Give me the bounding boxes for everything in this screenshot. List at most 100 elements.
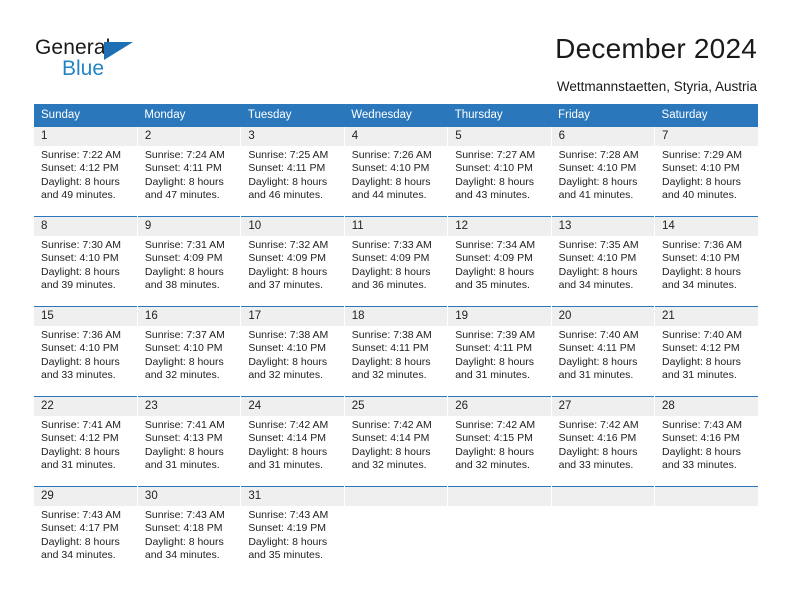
- calendar-page: General Blue December 2024 Wettmannstaet…: [0, 0, 792, 612]
- day-info-daylight-line2: and 39 minutes.: [41, 279, 116, 292]
- day-info-daylight-line1: Daylight: 8 hours: [41, 175, 120, 188]
- day-info-sunset: Sunset: 4:11 PM: [558, 342, 636, 355]
- logo-text-blue: Blue: [62, 57, 105, 80]
- calendar-day-cell[interactable]: 13 Sunrise: 7:35 AM Sunset: 4:10 PM Dayligh…: [550, 216, 655, 307]
- calendar-day-cell[interactable]: 31 Sunrise: 7:43 AM Sunset: 4:19 PM Dayligh…: [240, 486, 345, 577]
- day-info: Sunrise: 7:42 AM Sunset: 4:14 PM Daylight:…: [345, 416, 447, 473]
- calendar-day-cell[interactable]: 11 Sunrise: 7:33 AM Sunset: 4:09 PM Dayligh…: [343, 216, 448, 307]
- calendar-day-cell[interactable]: 3 Sunrise: 7:25 AM Sunset: 4:11 PM Daylight…: [240, 126, 345, 217]
- day-info: Sunrise: 7:36 AM Sunset: 4:10 PM Daylight:…: [34, 326, 137, 383]
- day-info-sunrise: Sunrise: 7:24 AM: [144, 149, 225, 161]
- calendar-day-cell[interactable]: 19 Sunrise: 7:39 AM Sunset: 4:11 PM Dayligh…: [447, 306, 552, 397]
- calendar-day-cell[interactable]: 29 Sunrise: 7:43 AM Sunset: 4:17 PM Dayligh…: [34, 486, 138, 577]
- day-info: Sunrise: 7:43 AM Sunset: 4:16 PM Daylight:…: [655, 416, 758, 473]
- day-info-sunset: Sunset: 4:10 PM: [351, 162, 430, 175]
- day-info-sunset: Sunset: 4:09 PM: [144, 252, 223, 265]
- calendar-day-cell[interactable]: 20 Sunrise: 7:40 AM Sunset: 4:11 PM Dayligh…: [550, 306, 655, 397]
- calendar-cell-empty: [654, 486, 758, 577]
- day-info: Sunrise: 7:22 AM Sunset: 4:12 PM Daylight:…: [34, 146, 137, 203]
- calendar-week-row: 29 Sunrise: 7:43 AM Sunset: 4:17 PM Dayligh…: [34, 486, 758, 577]
- calendar-day-cell[interactable]: 4 Sunrise: 7:26 AM Sunset: 4:10 PM Daylight…: [343, 126, 448, 217]
- day-info-daylight-line1: Daylight: 8 hours: [248, 445, 328, 458]
- calendar-day-cell[interactable]: 25 Sunrise: 7:42 AM Sunset: 4:14 PM Dayligh…: [343, 396, 448, 487]
- day-info-daylight-line2: and 46 minutes.: [248, 189, 324, 202]
- day-info-daylight-line1: Daylight: 8 hours: [248, 535, 328, 548]
- day-info-daylight-line2: and 31 minutes.: [248, 459, 324, 472]
- day-info: Sunrise: 7:42 AM Sunset: 4:15 PM Daylight:…: [448, 416, 550, 473]
- calendar-day-cell[interactable]: 28 Sunrise: 7:43 AM Sunset: 4:16 PM Dayligh…: [654, 396, 758, 487]
- calendar-day-cell[interactable]: 21 Sunrise: 7:40 AM Sunset: 4:12 PM Dayligh…: [654, 306, 758, 397]
- calendar-day-cell[interactable]: 27 Sunrise: 7:42 AM Sunset: 4:16 PM Dayligh…: [550, 396, 655, 487]
- day-info-sunset: Sunset: 4:14 PM: [248, 432, 326, 445]
- page-subtitle: Wettmannstaetten, Styria, Austria: [556, 79, 757, 94]
- calendar-week-row: 22 Sunrise: 7:41 AM Sunset: 4:12 PM Dayligh…: [34, 396, 758, 487]
- day-info: Sunrise: 7:34 AM Sunset: 4:09 PM Daylight:…: [448, 236, 550, 293]
- day-info-sunset: Sunset: 4:16 PM: [662, 432, 740, 445]
- calendar-day-cell[interactable]: 8 Sunrise: 7:30 AM Sunset: 4:10 PM Daylight…: [34, 216, 138, 307]
- day-info-sunset: Sunset: 4:09 PM: [351, 252, 430, 265]
- day-info: Sunrise: 7:38 AM Sunset: 4:11 PM Daylight:…: [345, 326, 447, 383]
- calendar-day-cell[interactable]: 17 Sunrise: 7:38 AM Sunset: 4:10 PM Dayligh…: [240, 306, 345, 397]
- day-info-daylight-line2: and 32 minutes.: [248, 369, 324, 382]
- day-info-daylight-line1: Daylight: 8 hours: [351, 355, 431, 368]
- calendar-day-cell[interactable]: 30 Sunrise: 7:43 AM Sunset: 4:18 PM Dayligh…: [136, 486, 241, 577]
- day-number: 26: [448, 397, 551, 416]
- calendar-day-cell[interactable]: 1 Sunrise: 7:22 AM Sunset: 4:12 PM Daylight…: [34, 126, 138, 217]
- calendar-day-cell[interactable]: 9 Sunrise: 7:31 AM Sunset: 4:09 PM Daylight…: [136, 216, 241, 307]
- weekday-header-friday: Friday: [551, 104, 655, 127]
- day-number: [655, 487, 758, 506]
- day-info-daylight-line1: Daylight: 8 hours: [455, 175, 534, 188]
- logo[interactable]: General Blue: [35, 36, 175, 84]
- day-info: Sunrise: 7:43 AM Sunset: 4:18 PM Daylight:…: [138, 506, 240, 563]
- day-info-sunset: Sunset: 4:11 PM: [248, 162, 326, 175]
- weekday-header-sunday: Sunday: [34, 104, 138, 127]
- calendar-day-cell[interactable]: 26 Sunrise: 7:42 AM Sunset: 4:15 PM Dayligh…: [447, 396, 552, 487]
- calendar-day-cell[interactable]: 2 Sunrise: 7:24 AM Sunset: 4:11 PM Daylight…: [136, 126, 241, 217]
- day-info-sunrise: Sunrise: 7:28 AM: [558, 149, 639, 161]
- calendar-day-cell[interactable]: 7 Sunrise: 7:29 AM Sunset: 4:10 PM Daylight…: [654, 126, 758, 217]
- day-number: 8: [34, 217, 137, 236]
- day-info-sunset: Sunset: 4:09 PM: [455, 252, 533, 265]
- calendar-day-cell[interactable]: 6 Sunrise: 7:28 AM Sunset: 4:10 PM Daylight…: [550, 126, 655, 217]
- day-info-sunrise: Sunrise: 7:35 AM: [558, 239, 639, 251]
- calendar-day-cell[interactable]: 5 Sunrise: 7:27 AM Sunset: 4:10 PM Daylight…: [447, 126, 552, 217]
- day-info-sunset: Sunset: 4:11 PM: [144, 162, 222, 175]
- day-info-daylight-line2: and 31 minutes.: [662, 369, 737, 382]
- calendar-day-cell[interactable]: 22 Sunrise: 7:41 AM Sunset: 4:12 PM Dayligh…: [34, 396, 138, 487]
- day-number: 2: [137, 127, 241, 146]
- day-info-daylight-line2: and 31 minutes.: [144, 459, 220, 472]
- calendar-day-cell[interactable]: 15 Sunrise: 7:36 AM Sunset: 4:10 PM Dayligh…: [34, 306, 138, 397]
- day-number: 7: [655, 127, 758, 146]
- day-info-daylight-line1: Daylight: 8 hours: [351, 265, 431, 278]
- day-info-daylight-line2: and 35 minutes.: [248, 549, 324, 562]
- calendar-day-cell[interactable]: 16 Sunrise: 7:37 AM Sunset: 4:10 PM Dayligh…: [136, 306, 241, 397]
- day-info-daylight-line1: Daylight: 8 hours: [248, 355, 328, 368]
- day-info-daylight-line1: Daylight: 8 hours: [455, 445, 534, 458]
- calendar-day-cell[interactable]: 24 Sunrise: 7:42 AM Sunset: 4:14 PM Dayligh…: [240, 396, 345, 487]
- day-info-sunrise: Sunrise: 7:32 AM: [248, 239, 329, 251]
- calendar-day-cell[interactable]: 18 Sunrise: 7:38 AM Sunset: 4:11 PM Dayligh…: [343, 306, 448, 397]
- day-number: 6: [551, 127, 655, 146]
- day-info-daylight-line2: and 32 minutes.: [144, 369, 220, 382]
- day-info-sunset: Sunset: 4:10 PM: [248, 342, 326, 355]
- day-info-sunset: Sunset: 4:10 PM: [662, 252, 740, 265]
- day-number: 12: [448, 217, 551, 236]
- page-header: General Blue December 2024 Wettmannstaet…: [0, 0, 792, 103]
- day-number: [448, 487, 551, 506]
- day-info-sunset: Sunset: 4:16 PM: [558, 432, 637, 445]
- day-info-sunrise: Sunrise: 7:39 AM: [455, 329, 536, 341]
- day-info-sunrise: Sunrise: 7:42 AM: [351, 419, 432, 431]
- calendar-day-cell[interactable]: 12 Sunrise: 7:34 AM Sunset: 4:09 PM Dayligh…: [447, 216, 552, 307]
- day-info: Sunrise: 7:41 AM Sunset: 4:13 PM Daylight:…: [138, 416, 240, 473]
- day-info-sunset: Sunset: 4:18 PM: [144, 522, 223, 535]
- calendar-day-cell[interactable]: 23 Sunrise: 7:41 AM Sunset: 4:13 PM Dayligh…: [136, 396, 241, 487]
- calendar-day-cell[interactable]: 14 Sunrise: 7:36 AM Sunset: 4:10 PM Dayligh…: [654, 216, 758, 307]
- day-info-daylight-line1: Daylight: 8 hours: [41, 535, 120, 548]
- calendar-week-row: 15 Sunrise: 7:36 AM Sunset: 4:10 PM Dayligh…: [34, 306, 758, 397]
- calendar-day-cell[interactable]: 10 Sunrise: 7:32 AM Sunset: 4:09 PM Dayligh…: [240, 216, 345, 307]
- day-info-daylight-line2: and 49 minutes.: [41, 189, 116, 202]
- day-info-sunrise: Sunrise: 7:27 AM: [455, 149, 536, 161]
- day-info-daylight-line2: and 31 minutes.: [455, 369, 530, 382]
- page-title: December 2024: [555, 33, 757, 64]
- day-info: Sunrise: 7:33 AM Sunset: 4:09 PM Daylight:…: [345, 236, 447, 293]
